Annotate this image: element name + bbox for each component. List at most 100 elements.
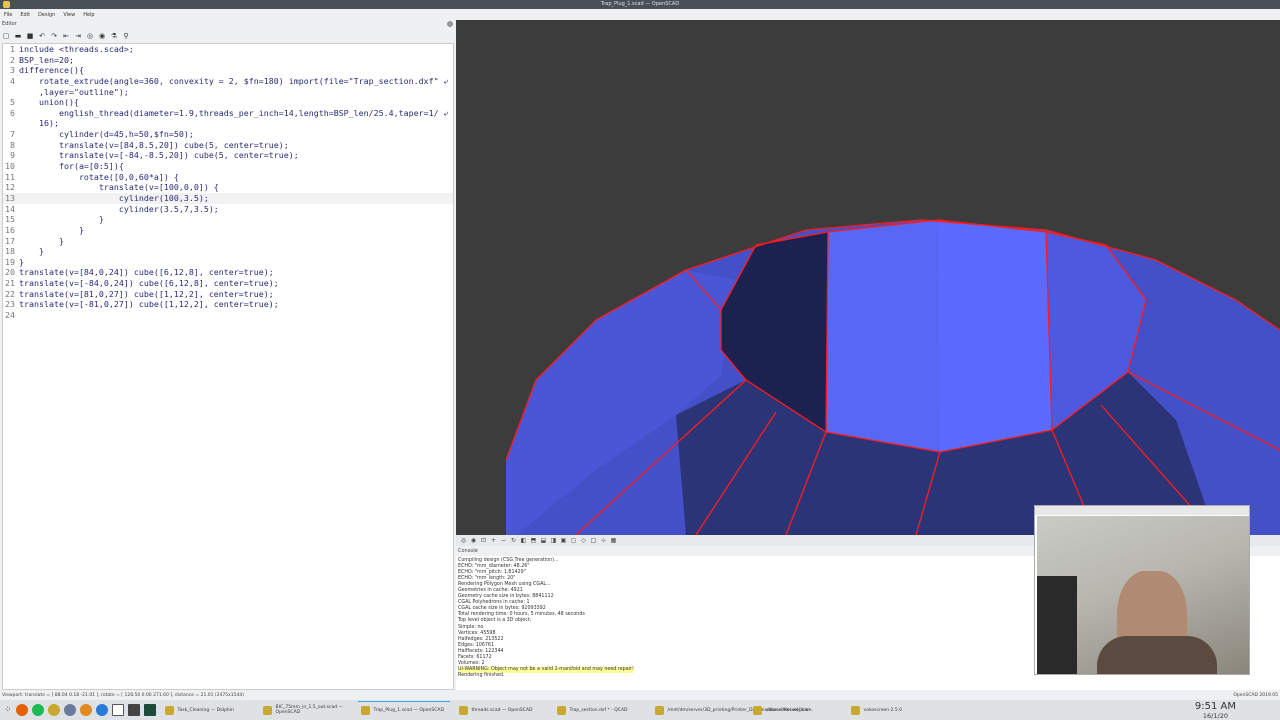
menu-design[interactable]: Design [38,12,55,18]
app-launcher-icon[interactable]: ⁘ [4,705,12,715]
taskbar-task[interactable]: Trap_Plug_1.scad — OpenSCAD [357,701,450,719]
code-line[interactable]: 20 translate(v=[84,0,24]) cube([6,12,8], … [3,267,453,278]
qcad-icon[interactable] [63,704,76,716]
menu-edit[interactable]: Edit [20,12,30,18]
menu-help[interactable]: Help [83,12,94,18]
send-to-print-icon[interactable]: ⚲ [122,32,130,40]
perspective-icon[interactable]: ◇ [580,537,587,544]
menu-file[interactable]: File [4,12,12,18]
firefox-icon[interactable] [15,704,28,716]
view-right-icon[interactable]: ◧ [520,537,527,544]
openscad-icon[interactable] [47,704,60,716]
model-inner-light-left [826,220,940,452]
code-line[interactable]: 6 english_thread(diameter=1.9,threads_pe… [3,108,453,119]
calculator-icon[interactable] [127,704,140,716]
code-line[interactable]: 8 translate(v=[84,8.5,20]) cube(5, cente… [3,140,453,151]
show-axes-icon[interactable]: ⊹ [600,537,607,544]
code-line[interactable]: 12 translate(v=[100,0,0]) { [3,182,453,193]
code-line[interactable]: 10 for(a=[0:5]){ [3,161,453,172]
taskbar-task[interactable]: /mnt/dm/server/3D_printing/Printer_Desig… [652,701,813,719]
orthogonal-icon[interactable]: □ [590,537,597,544]
code-line[interactable]: 16); [3,118,453,129]
task-app-icon [360,706,370,715]
reset-view-icon[interactable]: ↻ [510,537,517,544]
code-text: } [19,224,84,235]
preview-icon[interactable]: ◎ [460,537,467,544]
line-number: 7 [10,129,15,140]
line-number: 11 [5,171,15,182]
webcam-titlebar[interactable] [1035,506,1249,515]
code-line[interactable]: 24 [3,310,453,321]
code-line[interactable]: ,layer="outline"); [3,87,453,98]
code-line[interactable]: 2 BSP_len=20; [3,55,453,66]
webcam-window[interactable] [1034,505,1250,675]
code-text: rotate([0,0,60*a]) { [19,171,179,182]
unindent-icon[interactable]: ⇤ [62,32,70,40]
view-top-icon[interactable]: ⬒ [530,537,537,544]
render-icon[interactable]: ◉ [470,537,477,544]
code-line[interactable]: 23 translate(v=[-81,0,27]) cube([1,12,2],… [3,299,453,310]
code-line[interactable]: 1 include <threads.scad>; [3,44,453,55]
code-editor[interactable]: 1 include <threads.scad>; 2 BSP_len=20; 3 dif… [2,43,454,690]
open-icon[interactable]: ▬ [14,32,22,40]
title-bar: Trap_Plug_1.scad — OpenSCAD [0,0,1280,9]
preview-icon[interactable]: ◎ [86,32,94,40]
code-line[interactable]: 19} [3,257,453,268]
line-number: 12 [5,182,15,193]
editor-label: Editor [2,21,17,27]
taskbar-task[interactable]: BIC_75mm_in_1.5_out.scad — OpenSCAD [260,701,352,719]
view-all-icon[interactable]: ⊡ [480,537,487,544]
zoom-out-icon[interactable]: − [500,537,507,544]
code-text: cylinder(d=45,h=50,$fn=50); [19,129,194,140]
thunderbird-icon[interactable] [95,704,108,716]
view-back-icon[interactable]: ▢ [570,537,577,544]
line-number: 4 [10,75,15,86]
redo-icon[interactable]: ↷ [50,32,58,40]
code-line[interactable]: 18 } [3,246,453,257]
code-line[interactable]: 15 } [3,214,453,225]
render-icon[interactable]: ◉ [98,32,106,40]
undo-icon[interactable]: ↶ [38,32,46,40]
code-line[interactable]: 7 cylinder(d=45,h=50,$fn=50); [3,129,453,140]
clock[interactable]: 9:51 AM 16/1/20 [1195,701,1236,720]
code-text: translate(v=[-84,0,24]) cube([6,12,8], c… [19,278,279,289]
menu-view[interactable]: View [63,12,75,18]
code-line[interactable]: 3 difference(){ [3,65,453,76]
indent-icon[interactable]: ⇥ [74,32,82,40]
model-render [505,219,1280,535]
view-bottom-icon[interactable]: ⬓ [540,537,547,544]
code-line[interactable]: 17 } [3,236,453,247]
view-front-icon[interactable]: ▣ [560,537,567,544]
code-line[interactable]: 16 } [3,225,453,236]
save-icon[interactable]: ■ [26,32,34,40]
code-line[interactable]: 5 union(){ [3,97,453,108]
taskbar-task[interactable]: threads.scad — OpenSCAD [456,701,548,719]
line-number: 21 [5,278,15,289]
code-line[interactable]: 21 translate(v=[-84,0,24]) cube([6,12,8],… [3,278,453,289]
code-line[interactable]: 13 cylinder(100,3.5); [3,192,453,204]
show-edges-icon[interactable]: ▦ [610,537,617,544]
system-monitor-icon[interactable] [143,704,156,716]
code-text: } [19,256,24,267]
code-line[interactable]: 14 cylinder(3.5,7,3.5); [3,204,453,215]
taskbar-task[interactable]: Trap_section.dxf * - QCAD [554,701,646,719]
spotify-icon[interactable] [31,704,44,716]
editor-close-icon[interactable] [447,21,453,27]
code-line[interactable]: 9 translate(v=[-84,-8.5,20]) cube(5, cen… [3,150,453,161]
view-left-icon[interactable]: ◨ [550,537,557,544]
taskbar-task[interactable]: vokoscreen webcam [750,701,842,719]
code-line[interactable]: 22 translate(v=[81,0,27]) cube([1,12,2], … [3,289,453,300]
code-text: include <threads.scad>; [19,44,134,54]
vokoscreen-icon[interactable] [111,704,124,716]
export-stl-icon[interactable]: ⚗ [110,32,118,40]
inkscape-icon[interactable] [79,704,92,716]
3d-viewport[interactable] [456,20,1280,535]
task-app-icon [850,705,860,715]
new-icon[interactable]: ▢ [2,32,10,40]
code-line[interactable]: 11 rotate([0,0,60*a]) { [3,172,453,183]
menu-bar: File Edit Design View Help [0,9,456,20]
zoom-in-icon[interactable]: + [490,537,497,544]
code-line[interactable]: 4 rotate_extrude(angle=360, convexity = … [3,76,453,87]
taskbar-task[interactable]: Task_Cleaning — Dolphin [162,701,254,719]
taskbar-task[interactable]: vokoscreen 2.5.0 [848,701,940,719]
